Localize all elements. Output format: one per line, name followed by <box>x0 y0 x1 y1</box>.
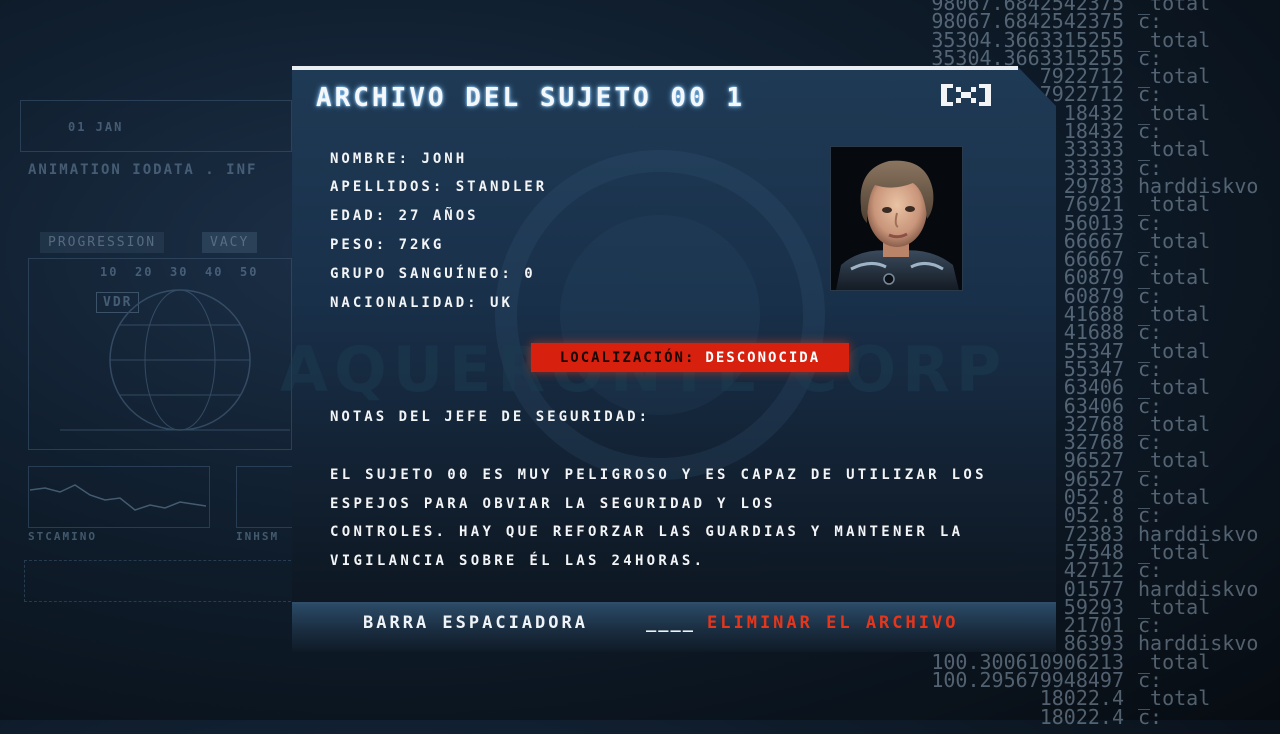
footer-separator: ____ <box>646 613 695 633</box>
field-peso-value: 72KG <box>398 237 445 253</box>
notes-line-1: EL SUJETO 00 ES MUY PELIGROSO Y ES CAPAZ… <box>330 467 987 483</box>
field-peso: PESO: 72KG <box>330 237 444 253</box>
field-nacionalidad-label: NACIONALIDAD: <box>330 295 479 311</box>
close-icon[interactable] <box>941 84 991 106</box>
hud-globe-graphic <box>60 289 290 431</box>
field-grupo-sanguineo-label: GRUPO SANGUÍNEO: <box>330 266 513 282</box>
notes-heading: NOTAS DEL JEFE DE SEGURIDAD: <box>330 409 651 425</box>
bg-number-suffix: c: <box>1138 704 1163 729</box>
field-nombre-value: JONH <box>421 151 468 167</box>
field-nacionalidad: NACIONALIDAD: UK <box>330 295 513 311</box>
hud-data-line: ANIMATION IODATA . INF <box>28 162 258 178</box>
location-badge: LOCALIZACIÓN: DESCONOCIDA <box>531 343 849 372</box>
hud-bottom-frame <box>24 560 296 602</box>
field-nacionalidad-value: UK <box>490 295 513 311</box>
spacebar-key-label: BARRA ESPACIADORA <box>363 613 588 633</box>
field-edad-value: 27 AÑOS <box>398 208 479 224</box>
notes-line-4: VIGILANCIA SOBRE ÉL LAS 24HORAS. <box>330 553 706 569</box>
field-apellidos: APELLIDOS: STANDLER <box>330 179 547 195</box>
field-nombre: NOMBRE: JONH <box>330 151 467 167</box>
background-hud: 01 JAN ANIMATION IODATA . INF PROGRESSIO… <box>0 0 300 720</box>
file-title: ARCHIVO DEL SUJETO 00 1 <box>316 83 746 113</box>
notes-line-3: CONTROLES. HAY QUE REFORZAR LAS GUARDIAS… <box>330 524 964 540</box>
location-value: DESCONOCIDA <box>705 349 821 366</box>
field-grupo-sanguineo: GRUPO SANGUÍNEO: 0 <box>330 266 536 282</box>
hud-footer-a: STCAMINO <box>28 530 97 543</box>
location-label: LOCALIZACIÓN: <box>559 349 696 366</box>
hud-tab-vacy: VACY <box>202 232 258 253</box>
notes-line-2: ESPEJOS PARA OBVIAR LA SEGURIDAD Y LOS <box>330 496 776 512</box>
hud-tab-progression: PROGRESSION <box>40 232 165 253</box>
field-grupo-sanguineo-value: 0 <box>524 266 536 282</box>
delete-file-button[interactable]: ELIMINAR EL ARCHIVO <box>707 613 958 633</box>
field-apellidos-value: STANDLER <box>455 179 548 195</box>
hud-frame-top <box>20 100 292 152</box>
hud-line-chart <box>30 484 206 511</box>
hud-footer-b: INHSM <box>236 530 280 543</box>
field-apellidos-label: APELLIDOS: <box>330 179 445 195</box>
field-nombre-label: NOMBRE: <box>330 151 411 167</box>
field-peso-label: PESO: <box>330 237 388 253</box>
bg-number-row: 18022.4 c: <box>900 704 1280 729</box>
subject-portrait <box>830 146 963 291</box>
field-edad: EDAD: 27 AÑOS <box>330 208 479 224</box>
panel-top-border <box>292 66 1018 70</box>
field-edad-label: EDAD: <box>330 208 388 224</box>
bg-number-value: 18022.4 <box>1039 704 1124 729</box>
hud-chart-frame-b <box>236 466 298 528</box>
hud-date: 01 JAN <box>68 120 124 134</box>
